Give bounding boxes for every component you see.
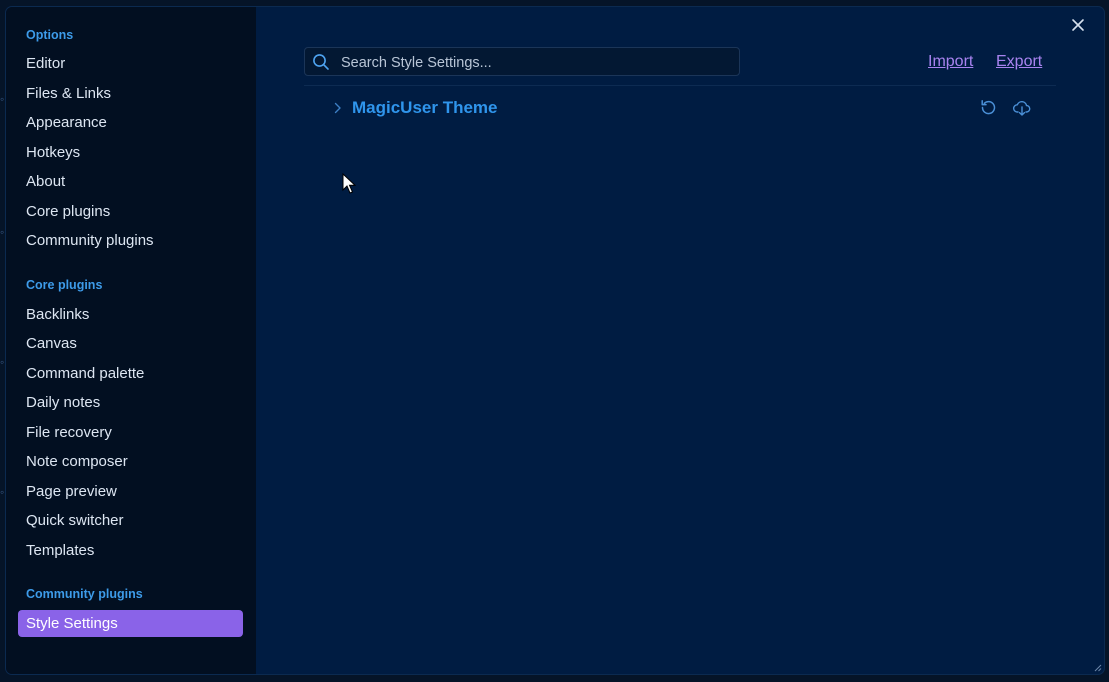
sidebar-item-command-palette[interactable]: Command palette	[18, 360, 243, 387]
sidebar-item-core-plugins[interactable]: Core plugins	[18, 198, 243, 225]
export-link[interactable]: Export	[996, 53, 1042, 71]
sidebar-item-editor[interactable]: Editor	[18, 50, 243, 77]
settings-modal: Options Editor Files & Links Appearance …	[6, 7, 1104, 674]
section-title-core-plugins: Core plugins	[26, 278, 103, 292]
background-glyph: ◦	[0, 92, 5, 106]
sidebar-item-file-recovery[interactable]: File recovery	[18, 419, 243, 446]
background-glyph: ◦	[0, 355, 5, 369]
sidebar-item-community-plugins[interactable]: Community plugins	[18, 227, 243, 254]
sidebar-item-canvas[interactable]: Canvas	[18, 330, 243, 357]
sidebar-item-hotkeys[interactable]: Hotkeys	[18, 139, 243, 166]
sidebar-item-appearance[interactable]: Appearance	[18, 109, 243, 136]
resize-grip-icon[interactable]	[1092, 662, 1102, 672]
sidebar-item-style-settings[interactable]: Style Settings	[18, 610, 243, 637]
section-title-options: Options	[26, 28, 74, 42]
sidebar-item-templates[interactable]: Templates	[18, 537, 243, 564]
close-icon	[1072, 19, 1084, 31]
download-icon[interactable]	[1012, 98, 1032, 118]
search-box	[304, 47, 740, 77]
theme-section-title[interactable]: MagicUser Theme	[352, 98, 498, 118]
sidebar-item-files-links[interactable]: Files & Links	[18, 80, 243, 107]
close-button[interactable]	[1068, 15, 1088, 35]
import-link[interactable]: Import	[928, 53, 973, 71]
sidebar-item-daily-notes[interactable]: Daily notes	[18, 389, 243, 416]
chevron-right-icon[interactable]	[332, 101, 344, 115]
background-glyph: ◦	[0, 485, 5, 499]
settings-sidebar: Options Editor Files & Links Appearance …	[6, 7, 256, 674]
background-glyph: ◦	[0, 225, 5, 239]
reset-icon[interactable]	[978, 98, 998, 118]
header-divider	[304, 85, 1056, 86]
sidebar-item-about[interactable]: About	[18, 168, 243, 195]
search-input[interactable]	[339, 48, 739, 77]
mouse-cursor-icon	[342, 173, 356, 194]
theme-section-header[interactable]: MagicUser Theme	[304, 93, 1044, 123]
sidebar-item-note-composer[interactable]: Note composer	[18, 448, 243, 475]
settings-content: Import Export MagicUser Theme	[256, 7, 1104, 674]
sidebar-item-backlinks[interactable]: Backlinks	[18, 301, 243, 328]
sidebar-item-page-preview[interactable]: Page preview	[18, 478, 243, 505]
search-icon	[313, 54, 329, 70]
sidebar-item-quick-switcher[interactable]: Quick switcher	[18, 507, 243, 534]
section-title-community-plugins: Community plugins	[26, 587, 143, 601]
